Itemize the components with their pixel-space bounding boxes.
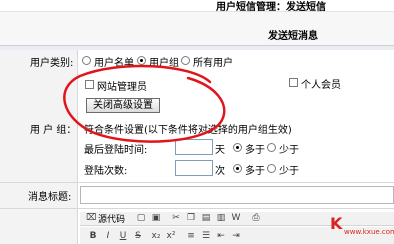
radio-login-count-less-label[interactable]: 少于 bbox=[279, 162, 299, 177]
radio-login-count-less[interactable] bbox=[267, 164, 276, 173]
watermark-caption: www.kxue.com bbox=[344, 228, 394, 236]
message-title-input[interactable] bbox=[80, 186, 394, 204]
login-count-input[interactable] bbox=[175, 160, 213, 176]
bold-icon[interactable]: B bbox=[88, 231, 98, 241]
radio-login-count-more-label[interactable]: 多于 bbox=[245, 162, 265, 177]
cut-icon[interactable]: ✂ bbox=[171, 213, 181, 223]
source-button-label[interactable]: 源代码 bbox=[98, 212, 125, 225]
paste-icon[interactable]: ▤ bbox=[201, 213, 211, 223]
copy-icon[interactable]: ❐ bbox=[186, 213, 196, 223]
preview-icon[interactable]: ▣ bbox=[151, 213, 161, 223]
print-icon[interactable]: ⎙ bbox=[251, 213, 261, 223]
watermark-logo: K www.kxue.com bbox=[330, 214, 394, 244]
row-divider bbox=[0, 208, 394, 209]
editor-label-cell bbox=[0, 208, 78, 244]
subscript-icon[interactable]: x₂ bbox=[151, 231, 161, 241]
ordered-list-icon[interactable]: ≡ bbox=[186, 231, 196, 241]
strike-icon[interactable]: S bbox=[133, 231, 143, 241]
login-count-unit: 次 bbox=[215, 166, 225, 177]
paste-text-icon[interactable]: ▥ bbox=[216, 213, 226, 223]
watermark-k: K bbox=[330, 214, 343, 233]
indent-icon[interactable]: ⇥ bbox=[231, 231, 241, 241]
login-count-label: 登陆次数: bbox=[84, 166, 128, 177]
radio-last-login-less-label[interactable]: 少于 bbox=[279, 141, 299, 156]
annotation-circle bbox=[63, 64, 226, 143]
page-header bbox=[0, 12, 394, 46]
superscript-icon[interactable]: x² bbox=[166, 231, 176, 241]
message-title-label: 消息标题: bbox=[28, 192, 72, 203]
unordered-list-icon[interactable]: ☰ bbox=[201, 231, 211, 241]
italic-icon[interactable]: I bbox=[103, 231, 113, 241]
checkbox-personal-member-label[interactable]: 个人会员 bbox=[301, 76, 341, 91]
top-strip bbox=[0, 0, 394, 12]
radio-login-count-more[interactable] bbox=[233, 164, 242, 173]
checkbox-personal-member[interactable] bbox=[289, 78, 298, 87]
new-page-icon[interactable]: ▢ bbox=[136, 213, 146, 223]
radio-last-login-more-label[interactable]: 多于 bbox=[245, 141, 265, 156]
radio-last-login-less[interactable] bbox=[267, 143, 276, 152]
page-title: 用户短信管理：发送短信 bbox=[216, 2, 326, 13]
paste-word-icon[interactable]: W bbox=[231, 213, 241, 223]
radio-last-login-more[interactable] bbox=[233, 143, 242, 152]
source-icon[interactable]: ⌧ bbox=[86, 213, 96, 223]
outdent-icon[interactable]: ⇤ bbox=[216, 231, 226, 241]
page-subtitle: 发送短消息 bbox=[268, 31, 318, 42]
row-divider bbox=[0, 182, 394, 183]
underline-icon[interactable]: U bbox=[118, 231, 128, 241]
